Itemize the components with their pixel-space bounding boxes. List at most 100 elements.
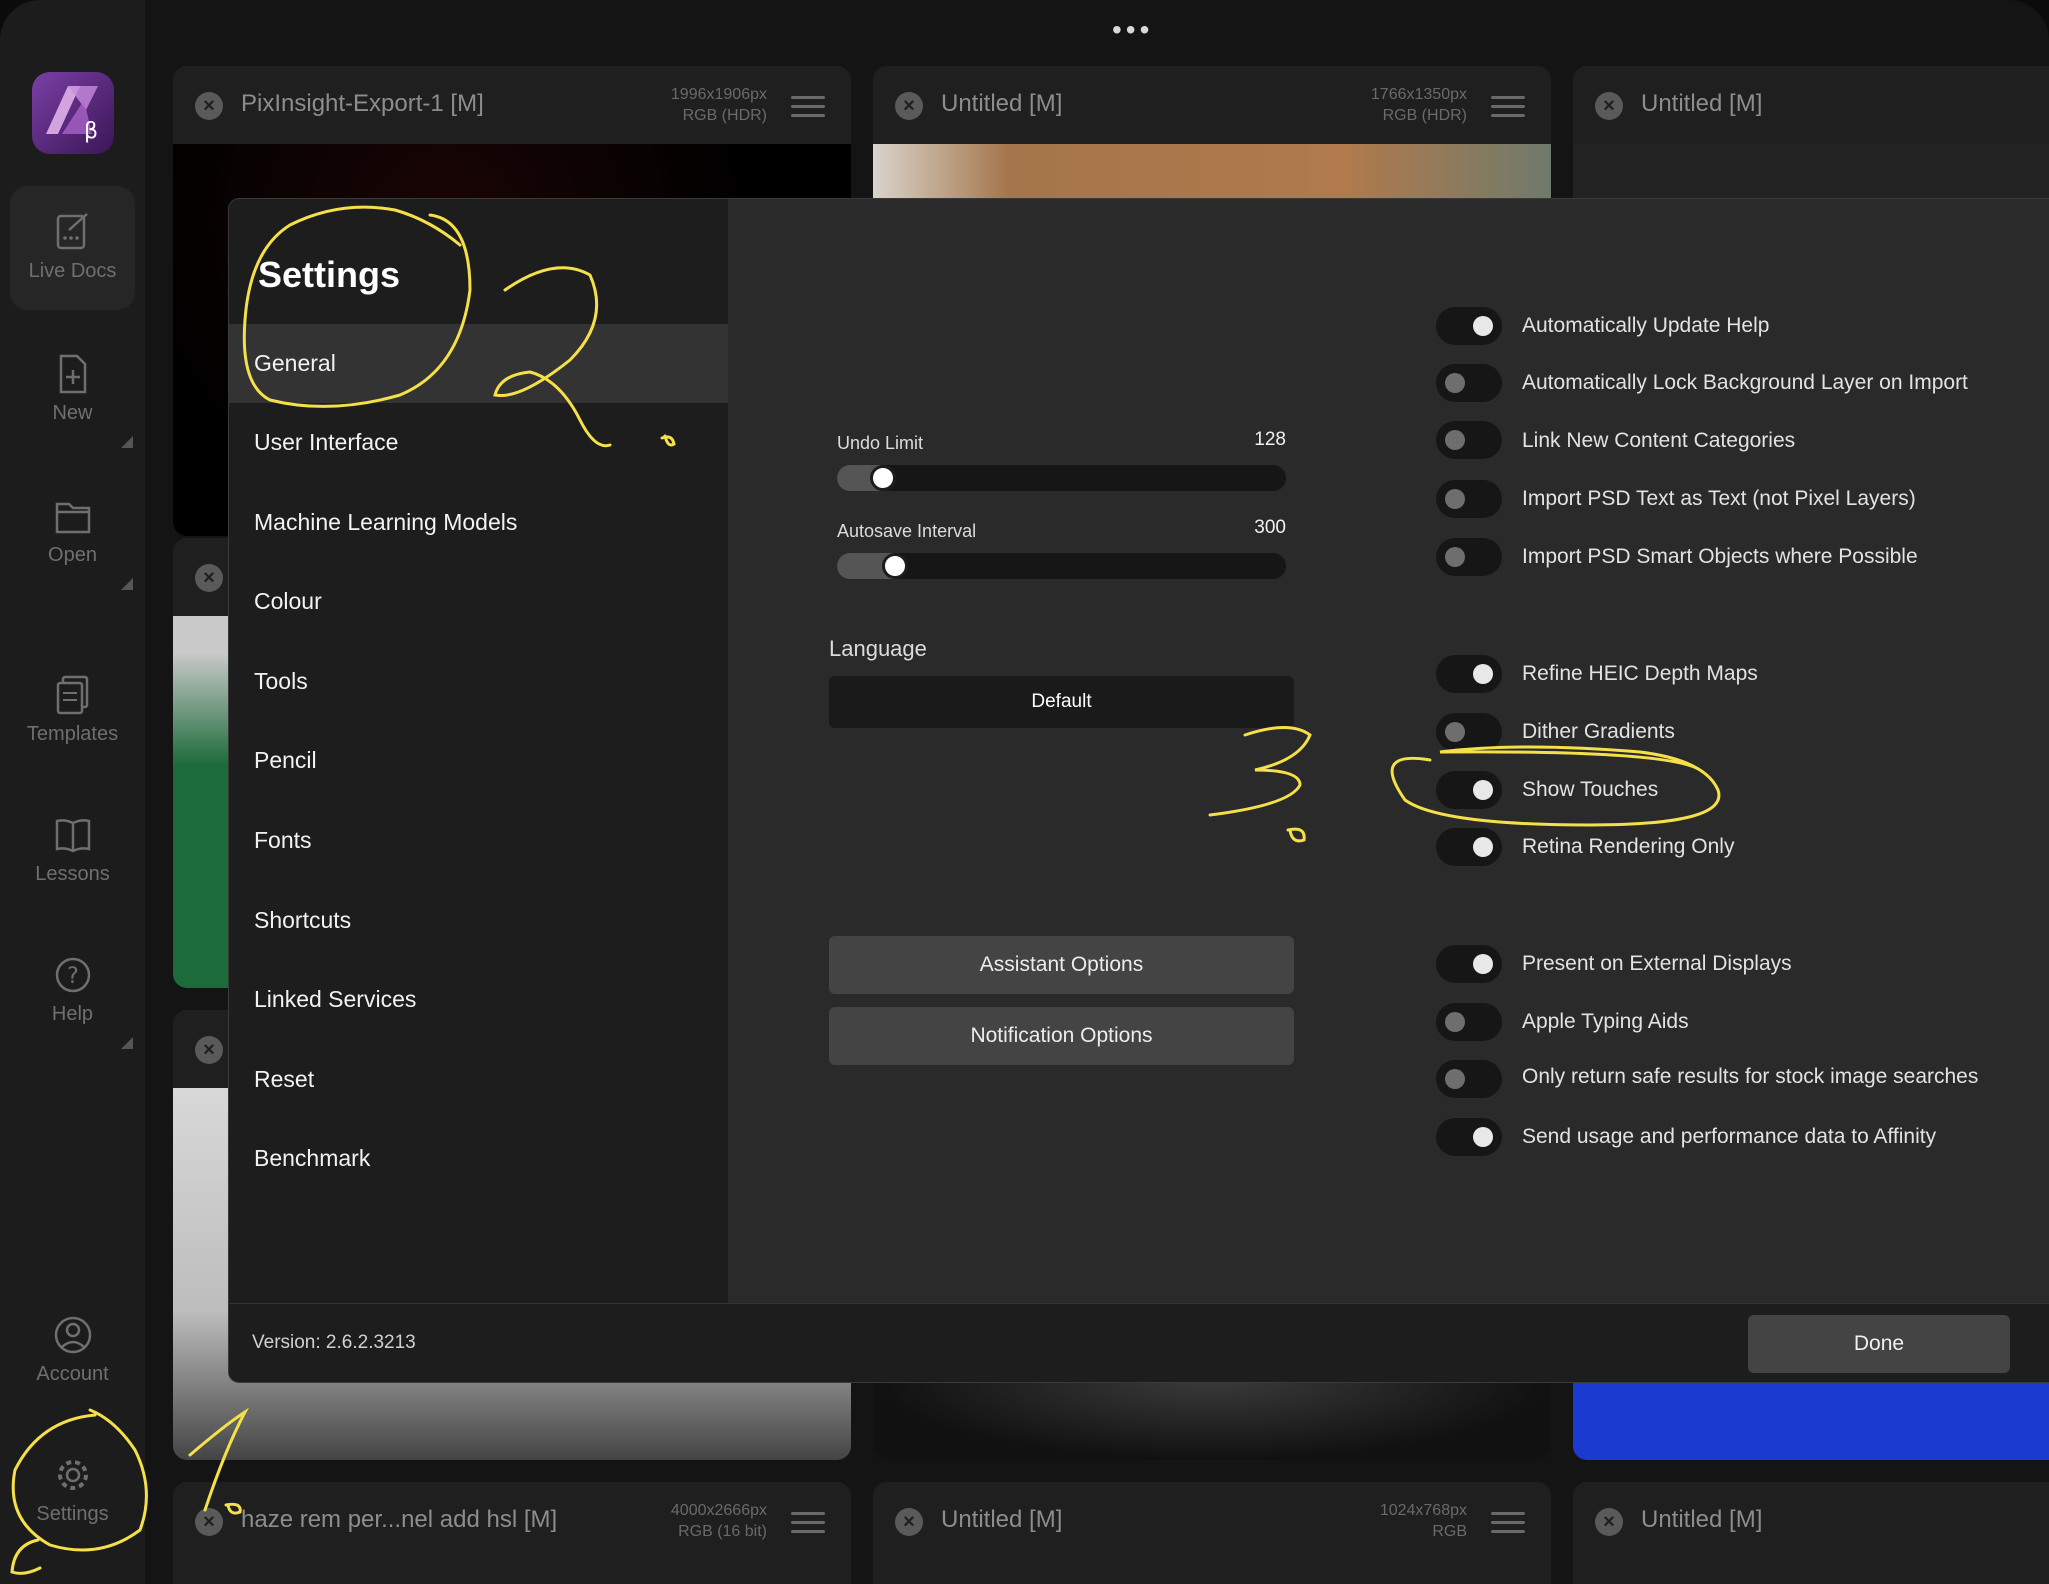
settings-title: Settings xyxy=(258,254,401,295)
expand-corner-icon xyxy=(121,436,133,448)
toggle-label: Dither Gradients xyxy=(1522,720,1675,743)
close-icon[interactable]: × xyxy=(195,1508,223,1536)
toggle-link-content-categories[interactable] xyxy=(1436,421,1502,459)
assistant-options-button[interactable]: Assistant Options xyxy=(829,936,1294,994)
toggle-import-psd-smart-objects[interactable] xyxy=(1436,538,1502,576)
close-icon[interactable]: × xyxy=(895,1508,923,1536)
close-icon[interactable]: × xyxy=(895,92,923,120)
settings-nav-user-interface[interactable]: User Interface xyxy=(229,403,728,482)
close-icon[interactable]: × xyxy=(195,564,223,592)
sidebar-item-live-docs[interactable]: Live Docs xyxy=(10,186,135,310)
more-menu-icon[interactable]: ••• xyxy=(1112,14,1153,46)
document-meta: 4000x2666px RGB (16 bit) xyxy=(670,1502,767,1540)
settings-nav-linked-services[interactable]: Linked Services xyxy=(229,960,728,1039)
close-icon[interactable]: × xyxy=(195,92,223,120)
document-meta: 1024x768px RGB xyxy=(1379,1502,1467,1540)
sidebar-item-label: Live Docs xyxy=(28,260,117,282)
toggle-knob xyxy=(1473,316,1493,336)
autosave-interval-label: Autosave Interval xyxy=(837,521,977,541)
settings-nav-tools[interactable]: Tools xyxy=(229,642,728,721)
settings-nav-machine-learning-models[interactable]: Machine Learning Models xyxy=(229,483,728,562)
toggle-external-displays[interactable] xyxy=(1436,945,1502,983)
toggle-auto-update-help[interactable] xyxy=(1436,307,1502,345)
toggle-label: Import PSD Smart Objects where Possible xyxy=(1522,545,1918,568)
document-title: Untitled [M] xyxy=(941,90,1063,117)
done-button[interactable]: Done xyxy=(1748,1315,2010,1373)
sidebar-item-label: Settings xyxy=(36,1503,109,1525)
sidebar-item-settings[interactable]: Settings xyxy=(10,1453,135,1533)
expand-corner-icon xyxy=(121,1037,133,1049)
undo-limit-value: 128 xyxy=(1254,429,1286,450)
toggle-knob xyxy=(1473,837,1493,857)
document-card-header: × PixInsight-Export-1 [M] 1996x1906px RGB… xyxy=(173,66,851,144)
toggle-refine-heic-depth[interactable] xyxy=(1436,655,1502,693)
toggle-apple-typing-aids[interactable] xyxy=(1436,1003,1502,1041)
document-card[interactable]: × Untitled [M] xyxy=(1573,1482,2049,1584)
sidebar-item-label: Open xyxy=(48,544,97,566)
sidebar-item-help[interactable]: ? Help xyxy=(10,953,135,1049)
close-icon[interactable]: × xyxy=(195,1036,223,1064)
language-select[interactable]: Default xyxy=(829,676,1294,728)
toggle-retina-rendering[interactable] xyxy=(1436,828,1502,866)
settings-nav-pencil[interactable]: Pencil xyxy=(229,721,728,800)
menu-icon[interactable] xyxy=(791,96,825,118)
toggle-label: Refine HEIC Depth Maps xyxy=(1522,662,1758,685)
document-card[interactable]: × haze rem per...nel add hsl [M] 4000x26… xyxy=(173,1482,851,1584)
autosave-interval-slider[interactable] xyxy=(837,553,1286,579)
toggle-knob xyxy=(1445,430,1465,450)
sidebar-item-lessons[interactable]: Lessons xyxy=(10,813,135,893)
account-icon xyxy=(54,1316,91,1354)
sidebar-item-label: Lessons xyxy=(35,863,110,885)
autosave-interval-value: 300 xyxy=(1254,517,1286,538)
undo-limit-label: Undo Limit xyxy=(837,433,924,453)
toggle-label: Apple Typing Aids xyxy=(1522,1010,1689,1033)
settings-dialog: Settings General User Interface Machine … xyxy=(229,199,2049,1382)
close-icon[interactable]: × xyxy=(1595,92,1623,120)
document-meta: 1996x1906px RGB (HDR) xyxy=(670,86,767,124)
sidebar-item-open[interactable]: Open xyxy=(10,494,135,590)
document-card-header: × Untitled [M] xyxy=(1573,1482,2049,1560)
document-title: haze rem per...nel add hsl [M] xyxy=(241,1506,558,1533)
gear-icon xyxy=(57,1460,88,1490)
sidebar-item-account[interactable]: Account xyxy=(10,1313,135,1393)
toggle-knob xyxy=(1445,547,1465,567)
toggle-show-touches[interactable] xyxy=(1436,771,1502,809)
menu-icon[interactable] xyxy=(791,1512,825,1534)
toggle-knob xyxy=(1445,1069,1465,1089)
slider-thumb[interactable] xyxy=(882,553,909,579)
document-card-header: × Untitled [M] 1766x1350px RGB (HDR) xyxy=(873,66,1551,144)
close-icon[interactable]: × xyxy=(1595,1508,1623,1536)
menu-icon[interactable] xyxy=(1491,96,1525,118)
sidebar-item-templates[interactable]: Templates xyxy=(10,673,135,753)
toggle-send-usage-data[interactable] xyxy=(1436,1118,1502,1156)
toggle-label: Automatically Lock Background Layer on I… xyxy=(1522,371,1968,394)
new-document-icon xyxy=(59,354,86,394)
app-window: ••• β Live Docs New Open Templates Lesso… xyxy=(0,0,2049,1584)
settings-nav-general[interactable]: General xyxy=(229,324,728,403)
svg-text:β: β xyxy=(84,119,98,144)
svg-text:?: ? xyxy=(67,964,79,989)
document-card[interactable]: × Untitled [M] 1024x768px RGB xyxy=(873,1482,1551,1584)
settings-nav-reset[interactable]: Reset xyxy=(229,1040,728,1119)
slider-thumb[interactable] xyxy=(869,465,896,491)
settings-nav-shortcuts[interactable]: Shortcuts xyxy=(229,881,728,960)
templates-icon xyxy=(56,675,88,715)
settings-nav-fonts[interactable]: Fonts xyxy=(229,801,728,880)
settings-nav: Settings General User Interface Machine … xyxy=(229,199,728,1303)
folder-icon xyxy=(55,502,90,534)
expand-corner-icon xyxy=(121,578,133,590)
settings-nav-colour[interactable]: Colour xyxy=(229,562,728,641)
undo-limit-slider[interactable] xyxy=(837,465,1286,491)
settings-nav-benchmark[interactable]: Benchmark xyxy=(229,1119,728,1198)
toggle-safe-stock-results[interactable] xyxy=(1436,1060,1502,1098)
toggle-auto-lock-background[interactable] xyxy=(1436,364,1502,402)
sidebar: β Live Docs New Open Templates Lessons ?… xyxy=(0,0,145,1584)
app-logo: β xyxy=(32,72,114,154)
notification-options-button[interactable]: Notification Options xyxy=(829,1007,1294,1065)
sidebar-item-new[interactable]: New xyxy=(10,352,135,448)
toggle-label: Present on External Displays xyxy=(1522,952,1792,975)
toggle-dither-gradients[interactable] xyxy=(1436,713,1502,751)
menu-icon[interactable] xyxy=(1491,1512,1525,1534)
toggle-import-psd-text[interactable] xyxy=(1436,480,1502,518)
settings-footer: Version: 2.6.2.3213 Done xyxy=(229,1303,2049,1382)
